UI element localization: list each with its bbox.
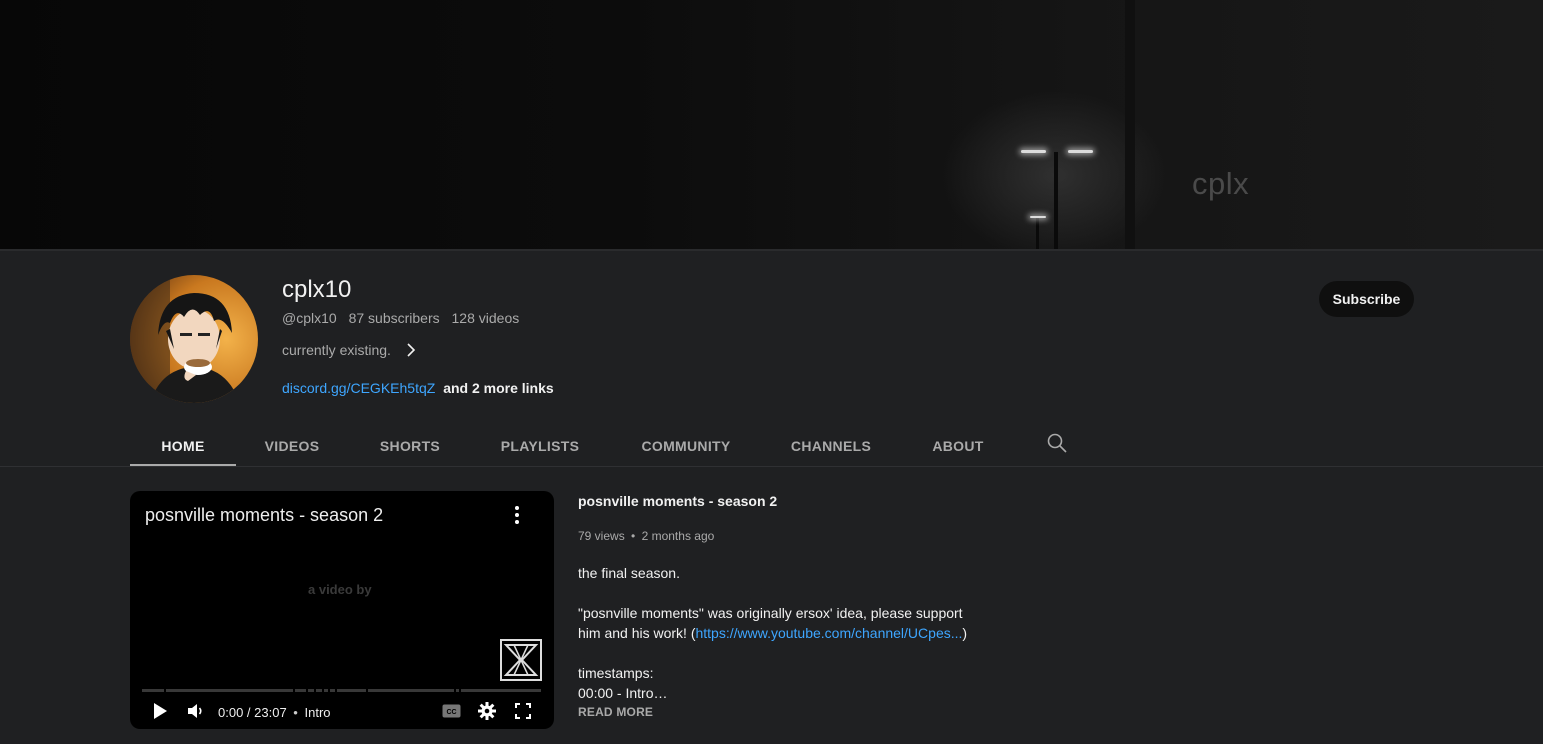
description-link[interactable]: https://www.youtube.com/channel/UCpes... bbox=[695, 625, 962, 641]
tab-channels[interactable]: CHANNELS bbox=[764, 425, 898, 467]
channel-description-text: currently existing. bbox=[282, 342, 391, 358]
chevron-right-icon[interactable] bbox=[403, 342, 419, 358]
chapter-marker bbox=[459, 689, 461, 692]
separator-dot: • bbox=[631, 529, 636, 543]
upload-age: 2 months ago bbox=[641, 529, 715, 543]
banner-lamp-light bbox=[1068, 150, 1093, 153]
read-more-button[interactable]: READ MORE bbox=[578, 705, 653, 719]
banner-divider bbox=[0, 249, 1543, 251]
video-player[interactable]: posnville moments - season 2 a video by bbox=[130, 491, 554, 729]
chapter-marker bbox=[293, 689, 295, 692]
tab-videos[interactable]: VIDEOS bbox=[236, 425, 348, 467]
svg-text:CC: CC bbox=[446, 709, 456, 716]
tab-home[interactable]: HOME bbox=[130, 425, 236, 467]
video-description: the final season. "posnville moments" wa… bbox=[578, 563, 998, 703]
tab-community[interactable]: COMMUNITY bbox=[608, 425, 764, 467]
discord-link[interactable]: discord.gg/CEGKEh5tqZ bbox=[282, 380, 435, 396]
tab-playlists[interactable]: PLAYLISTS bbox=[472, 425, 608, 467]
chapter-marker bbox=[335, 689, 337, 692]
time-display: 0:00 / 23:07 • Intro bbox=[218, 705, 331, 720]
chapter-marker bbox=[454, 689, 456, 692]
more-links-button[interactable]: and 2 more links bbox=[443, 380, 553, 396]
chapter-marker bbox=[366, 689, 368, 692]
chapter-marker bbox=[306, 689, 308, 692]
tabs-divider bbox=[0, 466, 1543, 467]
captions-icon[interactable]: CC bbox=[442, 704, 461, 723]
chapter-marker bbox=[328, 689, 330, 692]
tab-shorts[interactable]: SHORTS bbox=[348, 425, 472, 467]
channel-avatar bbox=[130, 275, 258, 403]
video-count: 128 videos bbox=[451, 310, 520, 326]
channel-banner: cplx bbox=[0, 0, 1543, 250]
tab-about[interactable]: ABOUT bbox=[898, 425, 1018, 467]
description-text: ) bbox=[962, 625, 968, 641]
video-stats: 79 views • 2 months ago bbox=[578, 529, 714, 543]
channel-watermark-logo[interactable] bbox=[500, 639, 542, 681]
play-icon[interactable] bbox=[152, 702, 168, 725]
subscribe-button[interactable]: Subscribe bbox=[1319, 281, 1414, 317]
description-line: 00:00 - Intro… bbox=[578, 685, 668, 701]
search-icon[interactable] bbox=[1046, 432, 1068, 454]
more-vert-icon[interactable] bbox=[511, 505, 523, 525]
description-line: timestamps: bbox=[578, 665, 654, 681]
chapter-marker bbox=[314, 689, 316, 692]
video-title[interactable]: posnville moments - season 2 bbox=[578, 493, 777, 509]
banner-lamp-pole-small bbox=[1036, 218, 1039, 250]
subscriber-count: 87 subscribers bbox=[348, 310, 440, 326]
fullscreen-icon[interactable] bbox=[515, 703, 531, 724]
description-text: him and his work! ( bbox=[578, 625, 696, 641]
banner-lamp-light bbox=[1021, 150, 1046, 153]
separator-dot: • bbox=[293, 705, 298, 720]
player-watermark-text: a video by bbox=[308, 582, 372, 597]
volume-icon[interactable] bbox=[187, 703, 205, 724]
channel-handle: @cplx10 bbox=[282, 310, 337, 326]
gear-icon[interactable] bbox=[478, 702, 496, 725]
channel-name: cplx10 bbox=[282, 276, 352, 303]
chapter-marker bbox=[164, 689, 166, 692]
banner-text: cplx bbox=[1192, 166, 1250, 201]
progress-bar[interactable] bbox=[142, 689, 541, 692]
time-readout: 0:00 / 23:07 bbox=[218, 705, 287, 720]
chapter-title[interactable]: Intro bbox=[304, 705, 330, 720]
description-line: him and his work! (https://www.youtube.c… bbox=[578, 623, 998, 643]
description-line: "posnville moments" was originally ersox… bbox=[578, 605, 963, 621]
description-line: the final season. bbox=[578, 565, 680, 581]
player-controls: 0:00 / 23:07 • Intro CC bbox=[130, 699, 554, 725]
channel-links: discord.gg/CEGKEh5tqZ and 2 more links bbox=[282, 380, 554, 396]
channel-description[interactable]: currently existing. bbox=[282, 342, 419, 358]
banner-lamp-light bbox=[1030, 216, 1046, 218]
channel-meta: @cplx10 87 subscribers 128 videos bbox=[282, 310, 519, 326]
channel-tabs: HOME VIDEOS SHORTS PLAYLISTS COMMUNITY C… bbox=[130, 425, 1018, 467]
view-count: 79 views bbox=[578, 529, 625, 543]
banner-building bbox=[1125, 0, 1135, 250]
chapter-marker bbox=[322, 689, 324, 692]
player-title[interactable]: posnville moments - season 2 bbox=[145, 505, 383, 526]
banner-lamp-pole bbox=[1054, 152, 1058, 250]
